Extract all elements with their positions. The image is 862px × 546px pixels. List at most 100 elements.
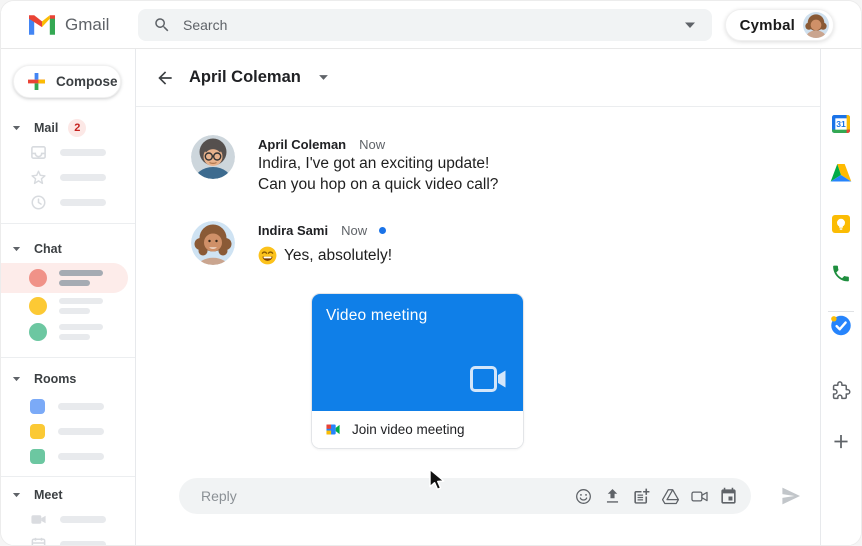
message: April Coleman Now Indira, I've got an ex… [191, 135, 822, 195]
compose-plus-icon [28, 73, 45, 90]
topbar: Gmail Cymbal [1, 1, 861, 49]
drive-app-icon[interactable] [830, 162, 852, 184]
room-item[interactable] [1, 444, 135, 469]
svg-text:31: 31 [836, 119, 846, 129]
gmail-wordmark: Gmail [65, 14, 110, 34]
star-icon [30, 169, 47, 186]
compose-label: Compose [56, 74, 118, 89]
skeleton-bar [58, 403, 104, 410]
chat-item-selected[interactable] [1, 263, 128, 293]
message-text: Indira, I've got an exciting update! [258, 155, 490, 172]
message-text: Can you hop on a quick video call? [258, 176, 499, 193]
conversation-pane: April Coleman April Coleman Now Indira, … [136, 49, 822, 545]
search-input[interactable] [183, 17, 684, 33]
skeleton-bar [60, 541, 106, 545]
join-video-meeting-button[interactable]: Join video meeting [312, 411, 523, 448]
mail-item-inbox[interactable] [1, 140, 135, 165]
account-pill[interactable]: Cymbal [724, 9, 834, 41]
calendar-event-icon[interactable] [719, 487, 738, 506]
rooms-section-label: Rooms [34, 372, 77, 386]
chevron-down-icon [12, 492, 21, 498]
voice-app-icon[interactable] [831, 263, 852, 284]
sender-avatar [191, 221, 235, 265]
note-add-icon[interactable] [632, 487, 651, 506]
room-avatar-yellow [30, 424, 45, 439]
add-icon[interactable] [831, 431, 852, 452]
chevron-down-icon [318, 75, 328, 80]
search-icon[interactable] [153, 16, 171, 34]
skeleton-text [59, 270, 103, 286]
section-meet: Meet [1, 476, 135, 545]
room-avatar-blue [30, 399, 45, 414]
back-button[interactable] [155, 68, 175, 88]
compose-button[interactable]: Compose [13, 65, 121, 98]
google-meet-icon [326, 424, 340, 435]
inbox-icon [30, 144, 47, 161]
room-item[interactable] [1, 419, 135, 444]
back-arrow-icon [158, 70, 172, 85]
account-avatar [803, 12, 829, 38]
clock-icon [30, 194, 47, 211]
message-text: Yes, absolutely! [284, 247, 393, 264]
mail-item-snoozed[interactable] [1, 190, 135, 215]
meet-item-join-meeting[interactable] [1, 532, 135, 545]
skeleton-bar [60, 199, 106, 206]
sender-name: Indira Sami [258, 222, 329, 238]
join-video-meeting-label: Join video meeting [352, 422, 465, 437]
drive-icon[interactable] [661, 487, 680, 506]
conversation-header: April Coleman [136, 49, 822, 107]
room-item[interactable] [1, 394, 135, 419]
gmail-logo-icon [29, 14, 55, 35]
skeleton-bar [58, 453, 104, 460]
search-bar[interactable] [138, 9, 712, 41]
room-avatar-green [30, 449, 45, 464]
skeleton-bar [60, 174, 106, 181]
addons-icon[interactable] [831, 380, 852, 401]
left-sidebar: Compose Mail 2 Chat Rooms Meet [1, 49, 136, 545]
rail-divider [828, 311, 854, 312]
chevron-down-icon [12, 246, 21, 252]
meet-item-new-meeting[interactable] [1, 507, 135, 532]
sender-avatar [191, 135, 235, 179]
chat-item[interactable] [1, 293, 135, 319]
sender-name: April Coleman [258, 136, 347, 152]
keep-app-icon[interactable] [830, 213, 852, 235]
reply-input[interactable] [201, 488, 574, 504]
search-options-icon[interactable] [684, 21, 696, 29]
video-meeting-card[interactable]: Video meeting Join video meeting [311, 293, 524, 449]
gmail-home-link[interactable]: Gmail [29, 15, 109, 35]
mail-item-starred[interactable] [1, 165, 135, 190]
video-card-title: Video meeting [326, 307, 428, 324]
emoji-icon[interactable] [574, 487, 593, 506]
calendar-icon [30, 536, 47, 545]
section-chat: Chat [1, 223, 135, 345]
send-button[interactable] [779, 484, 803, 513]
chat-section-toggle[interactable]: Chat [1, 237, 135, 261]
rooms-section-toggle[interactable]: Rooms [1, 367, 135, 391]
chat-avatar-red [29, 269, 47, 287]
chat-avatar-yellow [29, 297, 47, 315]
send-icon [782, 487, 800, 505]
calendar-app-icon[interactable]: 31 [830, 113, 852, 135]
account-name: Cymbal [739, 16, 795, 34]
chat-item[interactable] [1, 319, 135, 345]
section-rooms: Rooms [1, 357, 135, 469]
chat-avatar-green [29, 323, 47, 341]
section-mail: Mail 2 [1, 116, 135, 215]
skeleton-text [59, 324, 103, 340]
conversation-menu-button[interactable] [318, 74, 329, 81]
videocam-icon[interactable] [690, 487, 709, 506]
reply-toolbar [574, 487, 738, 506]
reply-bar[interactable] [179, 478, 751, 514]
tasks-app-icon[interactable] [830, 314, 853, 337]
conversation-title: April Coleman [189, 68, 301, 86]
videocam-icon [30, 511, 47, 528]
mail-section-toggle[interactable]: Mail 2 [1, 116, 135, 140]
timestamp: Now [341, 222, 368, 238]
upload-icon[interactable] [603, 487, 622, 506]
unread-count-badge: 2 [68, 119, 87, 137]
meet-section-toggle[interactable]: Meet [1, 483, 135, 507]
mail-section-label: Mail [34, 121, 59, 135]
skeleton-bar [60, 149, 106, 156]
videocam-icon [470, 366, 507, 397]
